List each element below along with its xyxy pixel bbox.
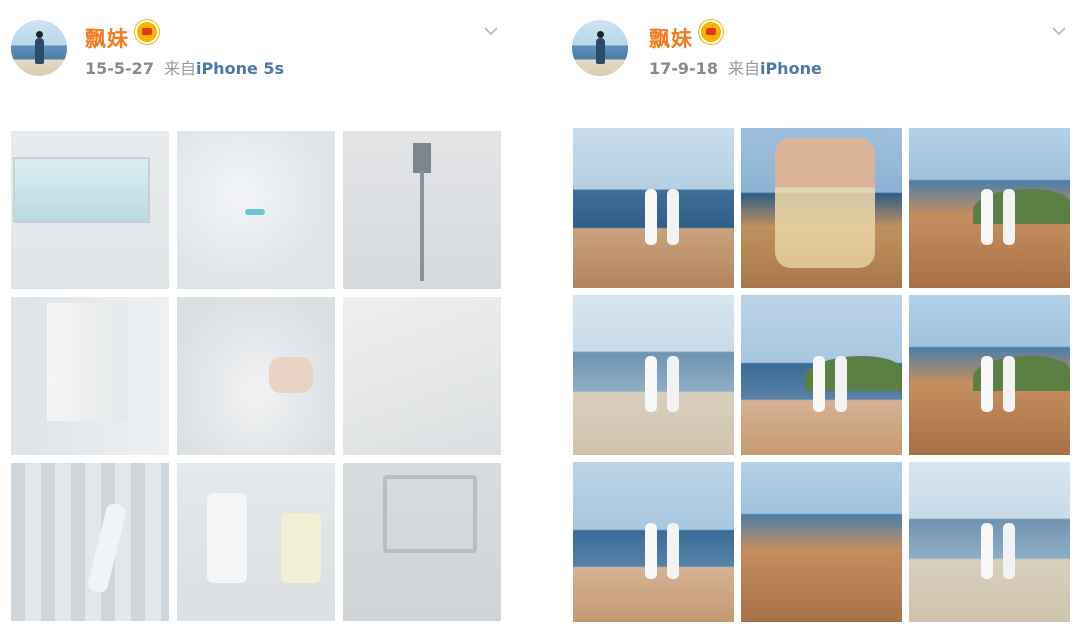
photo-thumbnail[interactable] [909, 295, 1070, 455]
photo-thumbnail[interactable] [11, 463, 169, 621]
photo-thumbnail[interactable] [573, 128, 734, 288]
photo-thumbnail[interactable] [741, 128, 902, 288]
source-device[interactable]: iPhone [760, 59, 822, 78]
avatar[interactable] [572, 20, 628, 76]
photo-thumbnail[interactable] [343, 297, 501, 455]
username[interactable]: 飘妹 [85, 20, 159, 53]
vip-badge-icon [699, 20, 723, 44]
photo-thumbnail[interactable] [741, 295, 902, 455]
chevron-down-icon[interactable] [484, 24, 498, 38]
photo-thumbnail[interactable] [573, 295, 734, 455]
photo-thumbnail[interactable] [343, 463, 501, 621]
username[interactable]: 飘妹 [649, 20, 723, 53]
chevron-down-icon[interactable] [1052, 24, 1066, 38]
source-device[interactable]: iPhone 5s [196, 59, 284, 78]
post-meta: 17-9-18 来自iPhone [649, 55, 822, 79]
photo-grid [11, 131, 501, 621]
photo-thumbnail[interactable] [11, 297, 169, 455]
photo-thumbnail[interactable] [909, 128, 1070, 288]
post-date: 17-9-18 [649, 59, 718, 78]
weibo-post-left: 飘妹 15-5-27 来自iPhone 5s [0, 0, 540, 629]
photo-grid [573, 128, 1070, 622]
avatar[interactable] [11, 20, 67, 76]
photo-thumbnail[interactable] [177, 463, 335, 621]
source-prefix: 来自 [163, 59, 196, 78]
post-meta: 15-5-27 来自iPhone 5s [85, 55, 284, 79]
photo-thumbnail[interactable] [741, 462, 902, 622]
weibo-post-right: 飘妹 17-9-18 来自iPhone [540, 0, 1080, 629]
photo-thumbnail[interactable] [909, 462, 1070, 622]
vip-badge-icon [135, 20, 159, 44]
post-date: 15-5-27 [85, 59, 154, 78]
source-prefix: 来自 [727, 59, 760, 78]
photo-thumbnail[interactable] [177, 297, 335, 455]
photo-thumbnail[interactable] [177, 131, 335, 289]
photo-thumbnail[interactable] [11, 131, 169, 289]
photo-thumbnail[interactable] [573, 462, 734, 622]
photo-thumbnail[interactable] [343, 131, 501, 289]
